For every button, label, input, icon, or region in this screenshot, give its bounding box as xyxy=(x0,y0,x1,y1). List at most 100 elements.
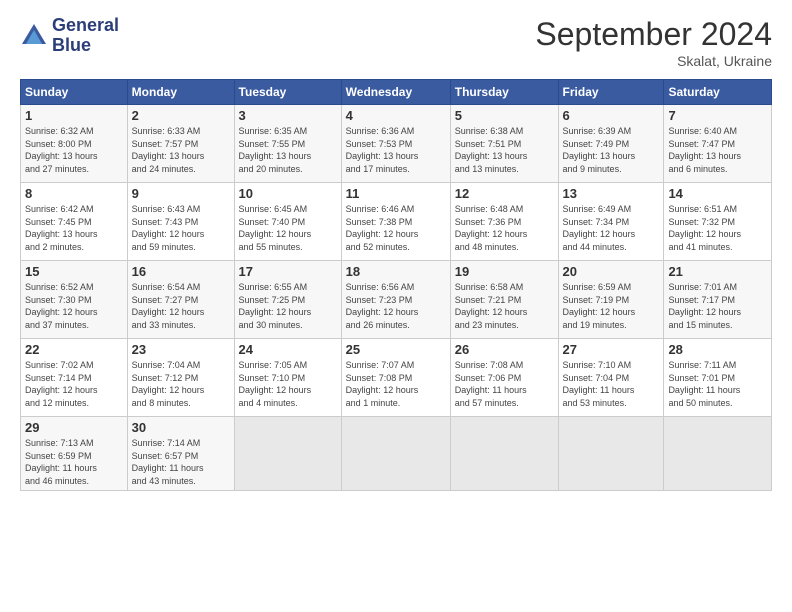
title-block: September 2024 Skalat, Ukraine xyxy=(535,16,772,69)
month-title: September 2024 xyxy=(535,16,772,53)
day-number: 15 xyxy=(25,264,123,279)
day-info: Sunrise: 6:43 AMSunset: 7:43 PMDaylight:… xyxy=(132,204,205,252)
logo-text: General Blue xyxy=(52,16,119,56)
table-row: 30 Sunrise: 7:14 AMSunset: 6:57 PMDayligh… xyxy=(127,417,234,491)
table-row: 22 Sunrise: 7:02 AMSunset: 7:14 PMDayligh… xyxy=(21,339,128,417)
day-info: Sunrise: 7:10 AMSunset: 7:04 PMDaylight:… xyxy=(563,360,635,408)
table-row: 3 Sunrise: 6:35 AMSunset: 7:55 PMDaylight… xyxy=(234,105,341,183)
day-number: 12 xyxy=(455,186,554,201)
day-number: 29 xyxy=(25,420,123,435)
table-row: 5 Sunrise: 6:38 AMSunset: 7:51 PMDaylight… xyxy=(450,105,558,183)
day-info: Sunrise: 6:35 AMSunset: 7:55 PMDaylight:… xyxy=(239,126,312,174)
day-info: Sunrise: 6:40 AMSunset: 7:47 PMDaylight:… xyxy=(668,126,741,174)
day-number: 22 xyxy=(25,342,123,357)
calendar-table: Sunday Monday Tuesday Wednesday Thursday… xyxy=(20,79,772,491)
logo: General Blue xyxy=(20,16,119,56)
table-row: 10 Sunrise: 6:45 AMSunset: 7:40 PMDayligh… xyxy=(234,183,341,261)
day-number: 27 xyxy=(563,342,660,357)
day-info: Sunrise: 6:56 AMSunset: 7:23 PMDaylight:… xyxy=(346,282,419,330)
day-info: Sunrise: 7:14 AMSunset: 6:57 PMDaylight:… xyxy=(132,438,204,486)
table-row: 27 Sunrise: 7:10 AMSunset: 7:04 PMDayligh… xyxy=(558,339,664,417)
table-row xyxy=(450,417,558,491)
col-wednesday: Wednesday xyxy=(341,80,450,105)
col-tuesday: Tuesday xyxy=(234,80,341,105)
day-info: Sunrise: 6:52 AMSunset: 7:30 PMDaylight:… xyxy=(25,282,98,330)
day-info: Sunrise: 7:07 AMSunset: 7:08 PMDaylight:… xyxy=(346,360,419,408)
day-number: 19 xyxy=(455,264,554,279)
day-number: 7 xyxy=(668,108,767,123)
day-number: 21 xyxy=(668,264,767,279)
day-number: 30 xyxy=(132,420,230,435)
day-number: 18 xyxy=(346,264,446,279)
day-info: Sunrise: 7:11 AMSunset: 7:01 PMDaylight:… xyxy=(668,360,740,408)
table-row xyxy=(558,417,664,491)
table-row: 26 Sunrise: 7:08 AMSunset: 7:06 PMDayligh… xyxy=(450,339,558,417)
col-sunday: Sunday xyxy=(21,80,128,105)
day-info: Sunrise: 7:08 AMSunset: 7:06 PMDaylight:… xyxy=(455,360,527,408)
col-monday: Monday xyxy=(127,80,234,105)
table-row: 14 Sunrise: 6:51 AMSunset: 7:32 PMDayligh… xyxy=(664,183,772,261)
day-info: Sunrise: 7:04 AMSunset: 7:12 PMDaylight:… xyxy=(132,360,205,408)
day-info: Sunrise: 6:45 AMSunset: 7:40 PMDaylight:… xyxy=(239,204,312,252)
table-row: 12 Sunrise: 6:48 AMSunset: 7:36 PMDayligh… xyxy=(450,183,558,261)
day-info: Sunrise: 7:01 AMSunset: 7:17 PMDaylight:… xyxy=(668,282,741,330)
table-row: 28Sunrise: 7:11 AMSunset: 7:01 PMDayligh… xyxy=(664,339,772,417)
col-thursday: Thursday xyxy=(450,80,558,105)
header-row: Sunday Monday Tuesday Wednesday Thursday… xyxy=(21,80,772,105)
day-info: Sunrise: 6:54 AMSunset: 7:27 PMDaylight:… xyxy=(132,282,205,330)
day-number: 3 xyxy=(239,108,337,123)
day-number: 13 xyxy=(563,186,660,201)
table-row: 16 Sunrise: 6:54 AMSunset: 7:27 PMDayligh… xyxy=(127,261,234,339)
header: General Blue September 2024 Skalat, Ukra… xyxy=(20,16,772,69)
day-info: Sunrise: 6:32 AMSunset: 8:00 PMDaylight:… xyxy=(25,126,98,174)
table-row: 17 Sunrise: 6:55 AMSunset: 7:25 PMDayligh… xyxy=(234,261,341,339)
table-row: 18 Sunrise: 6:56 AMSunset: 7:23 PMDayligh… xyxy=(341,261,450,339)
table-row xyxy=(664,417,772,491)
day-number: 9 xyxy=(132,186,230,201)
day-number: 26 xyxy=(455,342,554,357)
table-row xyxy=(234,417,341,491)
day-number: 5 xyxy=(455,108,554,123)
day-number: 8 xyxy=(25,186,123,201)
table-row: 4 Sunrise: 6:36 AMSunset: 7:53 PMDaylight… xyxy=(341,105,450,183)
day-number: 14 xyxy=(668,186,767,201)
day-number: 10 xyxy=(239,186,337,201)
day-info: Sunrise: 7:02 AMSunset: 7:14 PMDaylight:… xyxy=(25,360,98,408)
table-row: 15 Sunrise: 6:52 AMSunset: 7:30 PMDayligh… xyxy=(21,261,128,339)
day-info: Sunrise: 6:48 AMSunset: 7:36 PMDaylight:… xyxy=(455,204,528,252)
day-number: 20 xyxy=(563,264,660,279)
day-info: Sunrise: 7:05 AMSunset: 7:10 PMDaylight:… xyxy=(239,360,312,408)
day-info: Sunrise: 6:51 AMSunset: 7:32 PMDaylight:… xyxy=(668,204,741,252)
day-number: 6 xyxy=(563,108,660,123)
table-row: 1 Sunrise: 6:32 AMSunset: 8:00 PMDaylight… xyxy=(21,105,128,183)
day-number: 24 xyxy=(239,342,337,357)
day-number: 17 xyxy=(239,264,337,279)
table-row: 11 Sunrise: 6:46 AMSunset: 7:38 PMDayligh… xyxy=(341,183,450,261)
logo-icon xyxy=(20,22,48,50)
table-row xyxy=(341,417,450,491)
day-number: 4 xyxy=(346,108,446,123)
day-info: Sunrise: 6:38 AMSunset: 7:51 PMDaylight:… xyxy=(455,126,528,174)
day-info: Sunrise: 6:49 AMSunset: 7:34 PMDaylight:… xyxy=(563,204,636,252)
page: General Blue September 2024 Skalat, Ukra… xyxy=(0,0,792,612)
day-info: Sunrise: 6:39 AMSunset: 7:49 PMDaylight:… xyxy=(563,126,636,174)
table-row: 6 Sunrise: 6:39 AMSunset: 7:49 PMDaylight… xyxy=(558,105,664,183)
day-info: Sunrise: 6:36 AMSunset: 7:53 PMDaylight:… xyxy=(346,126,419,174)
day-info: Sunrise: 6:33 AMSunset: 7:57 PMDaylight:… xyxy=(132,126,205,174)
table-row: 25 Sunrise: 7:07 AMSunset: 7:08 PMDayligh… xyxy=(341,339,450,417)
table-row: 9 Sunrise: 6:43 AMSunset: 7:43 PMDaylight… xyxy=(127,183,234,261)
day-number: 16 xyxy=(132,264,230,279)
location-subtitle: Skalat, Ukraine xyxy=(535,53,772,69)
day-info: Sunrise: 6:46 AMSunset: 7:38 PMDaylight:… xyxy=(346,204,419,252)
day-info: Sunrise: 6:55 AMSunset: 7:25 PMDaylight:… xyxy=(239,282,312,330)
table-row: 19Sunrise: 6:58 AMSunset: 7:21 PMDayligh… xyxy=(450,261,558,339)
day-number: 25 xyxy=(346,342,446,357)
day-number: 2 xyxy=(132,108,230,123)
table-row: 24 Sunrise: 7:05 AMSunset: 7:10 PMDayligh… xyxy=(234,339,341,417)
day-number: 23 xyxy=(132,342,230,357)
table-row: 29Sunrise: 7:13 AMSunset: 6:59 PMDayligh… xyxy=(21,417,128,491)
table-row: 7 Sunrise: 6:40 AMSunset: 7:47 PMDaylight… xyxy=(664,105,772,183)
table-row: 20Sunrise: 6:59 AMSunset: 7:19 PMDayligh… xyxy=(558,261,664,339)
day-number: 11 xyxy=(346,186,446,201)
day-number: 1 xyxy=(25,108,123,123)
